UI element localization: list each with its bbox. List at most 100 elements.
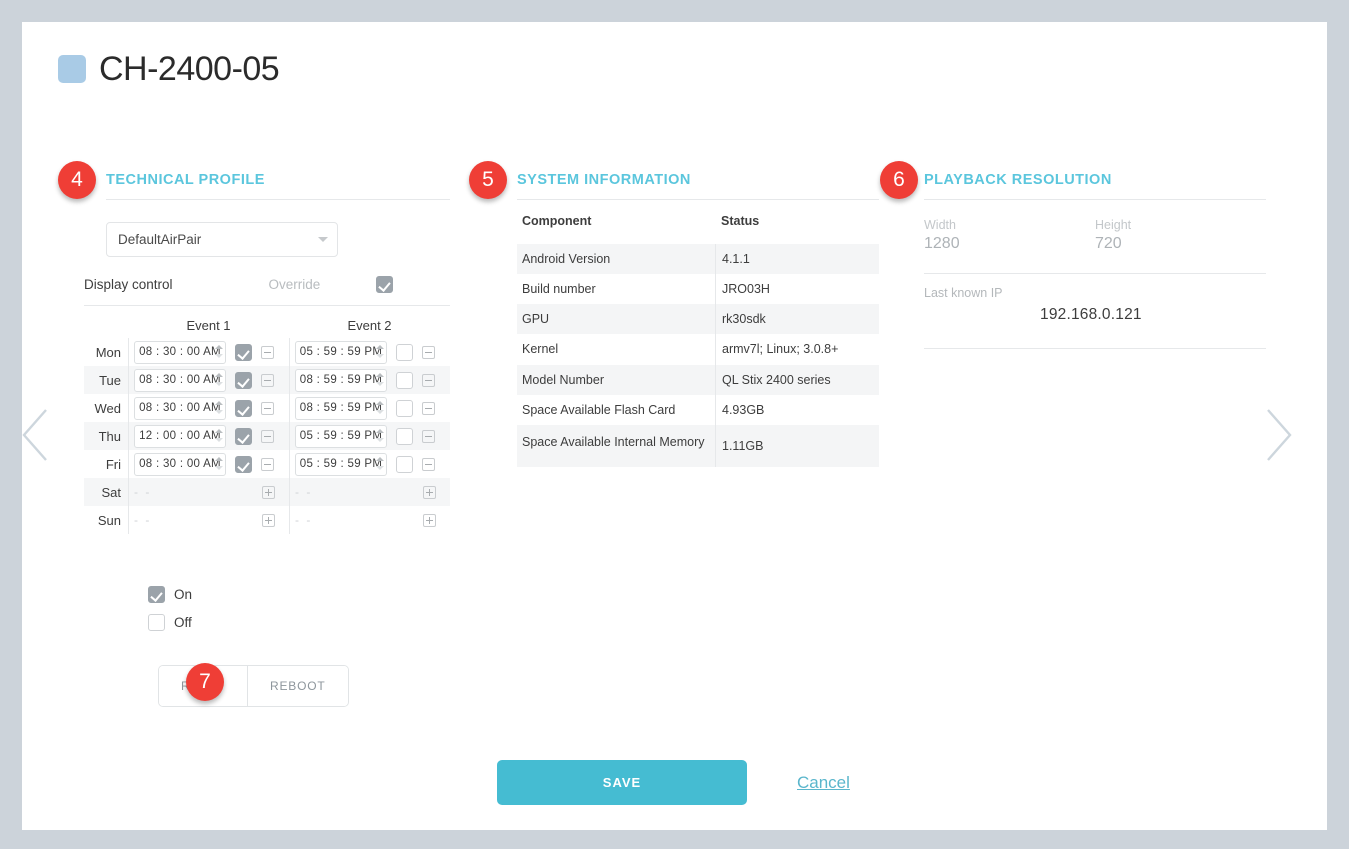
- table-row: Tue 08 : 30 : 00 AM 08 : 59 : 59 PM: [84, 366, 450, 394]
- system-information-title: SYSTEM INFORMATION: [517, 172, 691, 188]
- minus-box-icon[interactable]: [261, 401, 274, 415]
- time-input[interactable]: 08 : 59 : 59 PM: [295, 396, 387, 420]
- time-input[interactable]: 08 : 59 : 59 PM: [295, 368, 387, 392]
- playback-resolution-title: PLAYBACK RESOLUTION: [924, 172, 1112, 188]
- power-on-checkbox[interactable]: [148, 585, 165, 603]
- plus-box-icon[interactable]: [423, 485, 436, 499]
- time-input[interactable]: 05 : 59 : 59 PM: [295, 424, 387, 448]
- event-enabled-checkbox[interactable]: [235, 455, 252, 473]
- empty-time-placeholder: - -: [295, 485, 313, 499]
- reboot-button[interactable]: REBOOT: [248, 666, 348, 706]
- power-option-off[interactable]: Off: [139, 608, 450, 636]
- system-information-table: Component Status Android Version 4.1.1 B…: [517, 200, 879, 467]
- schedule-day: Sat: [101, 484, 121, 500]
- schedule-event1-cell: 12 : 00 : 00 AM: [128, 422, 289, 450]
- height-field[interactable]: Height 720: [1095, 218, 1266, 253]
- time-input[interactable]: 05 : 59 : 59 PM: [295, 452, 387, 476]
- schedule-event1-cell: - -: [128, 506, 289, 534]
- minus-box-icon[interactable]: [422, 457, 435, 471]
- time-input[interactable]: 05 : 59 : 59 PM: [295, 340, 387, 364]
- schedule-event2-cell: 08 : 59 : 59 PM: [289, 394, 450, 422]
- override-label: Override: [268, 277, 321, 292]
- spinner-arrows-icon[interactable]: [376, 343, 384, 362]
- table-row: Thu 12 : 00 : 00 AM 05 : 59 : 59 PM: [84, 422, 450, 450]
- minus-box-icon[interactable]: [261, 457, 274, 471]
- column-header-status: Status: [721, 214, 760, 228]
- spinner-arrows-icon[interactable]: [376, 427, 384, 446]
- spinner-arrows-icon[interactable]: [215, 399, 223, 418]
- power-on-label: On: [174, 586, 193, 602]
- chevron-right-icon[interactable]: [1262, 406, 1296, 464]
- save-button[interactable]: SAVE: [497, 760, 747, 805]
- minus-box-icon[interactable]: [261, 345, 274, 359]
- spinner-arrows-icon[interactable]: [215, 343, 223, 362]
- schedule-day: Tue: [99, 372, 121, 388]
- system-information-panel: SYSTEM INFORMATION Component Status Andr…: [495, 172, 879, 467]
- last-known-ip-field: Last known IP 192.168.0.121: [924, 274, 1266, 349]
- width-label: Width: [924, 218, 956, 232]
- schedule-event2-cell: 08 : 59 : 59 PM: [289, 366, 450, 394]
- table-header-row: Component Status: [517, 200, 879, 244]
- table-row: Space Available Flash Card 4.93GB: [517, 394, 879, 425]
- step-badge-7: 7: [186, 663, 224, 701]
- chevron-left-icon[interactable]: [18, 406, 52, 464]
- event-enabled-checkbox[interactable]: [396, 399, 413, 417]
- spinner-arrows-icon[interactable]: [215, 427, 223, 446]
- event-enabled-checkbox[interactable]: [235, 371, 252, 389]
- table-row: Android Version 4.1.1: [517, 244, 879, 275]
- square-swatch-icon: [58, 55, 86, 83]
- spinner-arrows-icon[interactable]: [376, 371, 384, 390]
- time-input[interactable]: 12 : 00 : 00 AM: [134, 424, 226, 448]
- display-control-row: Display control Override: [84, 276, 450, 306]
- schedule-table: Event 1 Event 2 Mon 08 : 30 : 00 AM 05 :…: [84, 318, 450, 534]
- plus-box-icon[interactable]: [262, 513, 275, 527]
- power-option-on[interactable]: On: [139, 580, 450, 608]
- profile-select[interactable]: DefaultAirPair: [106, 222, 338, 257]
- event-enabled-checkbox[interactable]: [396, 427, 413, 445]
- event-enabled-checkbox[interactable]: [235, 343, 252, 361]
- minus-box-icon[interactable]: [261, 373, 274, 387]
- time-input[interactable]: 08 : 30 : 00 AM: [134, 452, 226, 476]
- event-enabled-checkbox[interactable]: [235, 427, 252, 445]
- last-known-ip-value: 192.168.0.121: [1040, 306, 1142, 323]
- event-enabled-checkbox[interactable]: [396, 343, 413, 361]
- width-value: 1280: [924, 235, 960, 252]
- schedule-day: Thu: [98, 428, 121, 444]
- event-enabled-checkbox[interactable]: [235, 399, 252, 417]
- event-enabled-checkbox[interactable]: [396, 455, 413, 473]
- minus-box-icon[interactable]: [422, 373, 435, 387]
- profile-select-value: DefaultAirPair: [118, 232, 202, 247]
- time-input[interactable]: 08 : 30 : 00 AM: [134, 396, 226, 420]
- minus-box-icon[interactable]: [422, 345, 435, 359]
- width-field[interactable]: Width 1280: [924, 218, 1095, 253]
- spinner-arrows-icon[interactable]: [215, 371, 223, 390]
- column-header-component: Component: [522, 214, 592, 228]
- schedule-event1-cell: 08 : 30 : 00 AM: [128, 366, 289, 394]
- time-input[interactable]: 08 : 30 : 00 AM: [134, 340, 226, 364]
- playback-fields: Width 1280 Height 720 Last known IP 192.…: [924, 200, 1266, 349]
- empty-time-placeholder: - -: [134, 485, 152, 499]
- minus-box-icon[interactable]: [422, 429, 435, 443]
- height-value: 720: [1095, 235, 1122, 252]
- power-off-checkbox[interactable]: [148, 613, 165, 631]
- table-row: Wed 08 : 30 : 00 AM 08 : 59 : 59 PM: [84, 394, 450, 422]
- cancel-link[interactable]: Cancel: [797, 773, 850, 793]
- spinner-arrows-icon[interactable]: [376, 399, 384, 418]
- spinner-arrows-icon[interactable]: [215, 455, 223, 474]
- schedule-event1-cell: 08 : 30 : 00 AM: [128, 450, 289, 478]
- schedule-col-event2: Event 2: [347, 318, 392, 333]
- minus-box-icon[interactable]: [261, 429, 274, 443]
- time-input[interactable]: 08 : 30 : 00 AM: [134, 368, 226, 392]
- override-checkbox[interactable]: [376, 276, 394, 293]
- minus-box-icon[interactable]: [422, 401, 435, 415]
- page-title: CH-2400-05: [58, 52, 280, 86]
- plus-box-icon[interactable]: [423, 513, 436, 527]
- plus-box-icon[interactable]: [262, 485, 275, 499]
- chevron-down-icon: [318, 237, 328, 242]
- schedule-event2-cell: 05 : 59 : 59 PM: [289, 338, 450, 366]
- event-enabled-checkbox[interactable]: [396, 371, 413, 389]
- schedule-event1-cell: 08 : 30 : 00 AM: [128, 394, 289, 422]
- spinner-arrows-icon[interactable]: [376, 455, 384, 474]
- technical-profile-title: TECHNICAL PROFILE: [106, 172, 265, 188]
- table-row: Fri 08 : 30 : 00 AM 05 : 59 : 59 PM: [84, 450, 450, 478]
